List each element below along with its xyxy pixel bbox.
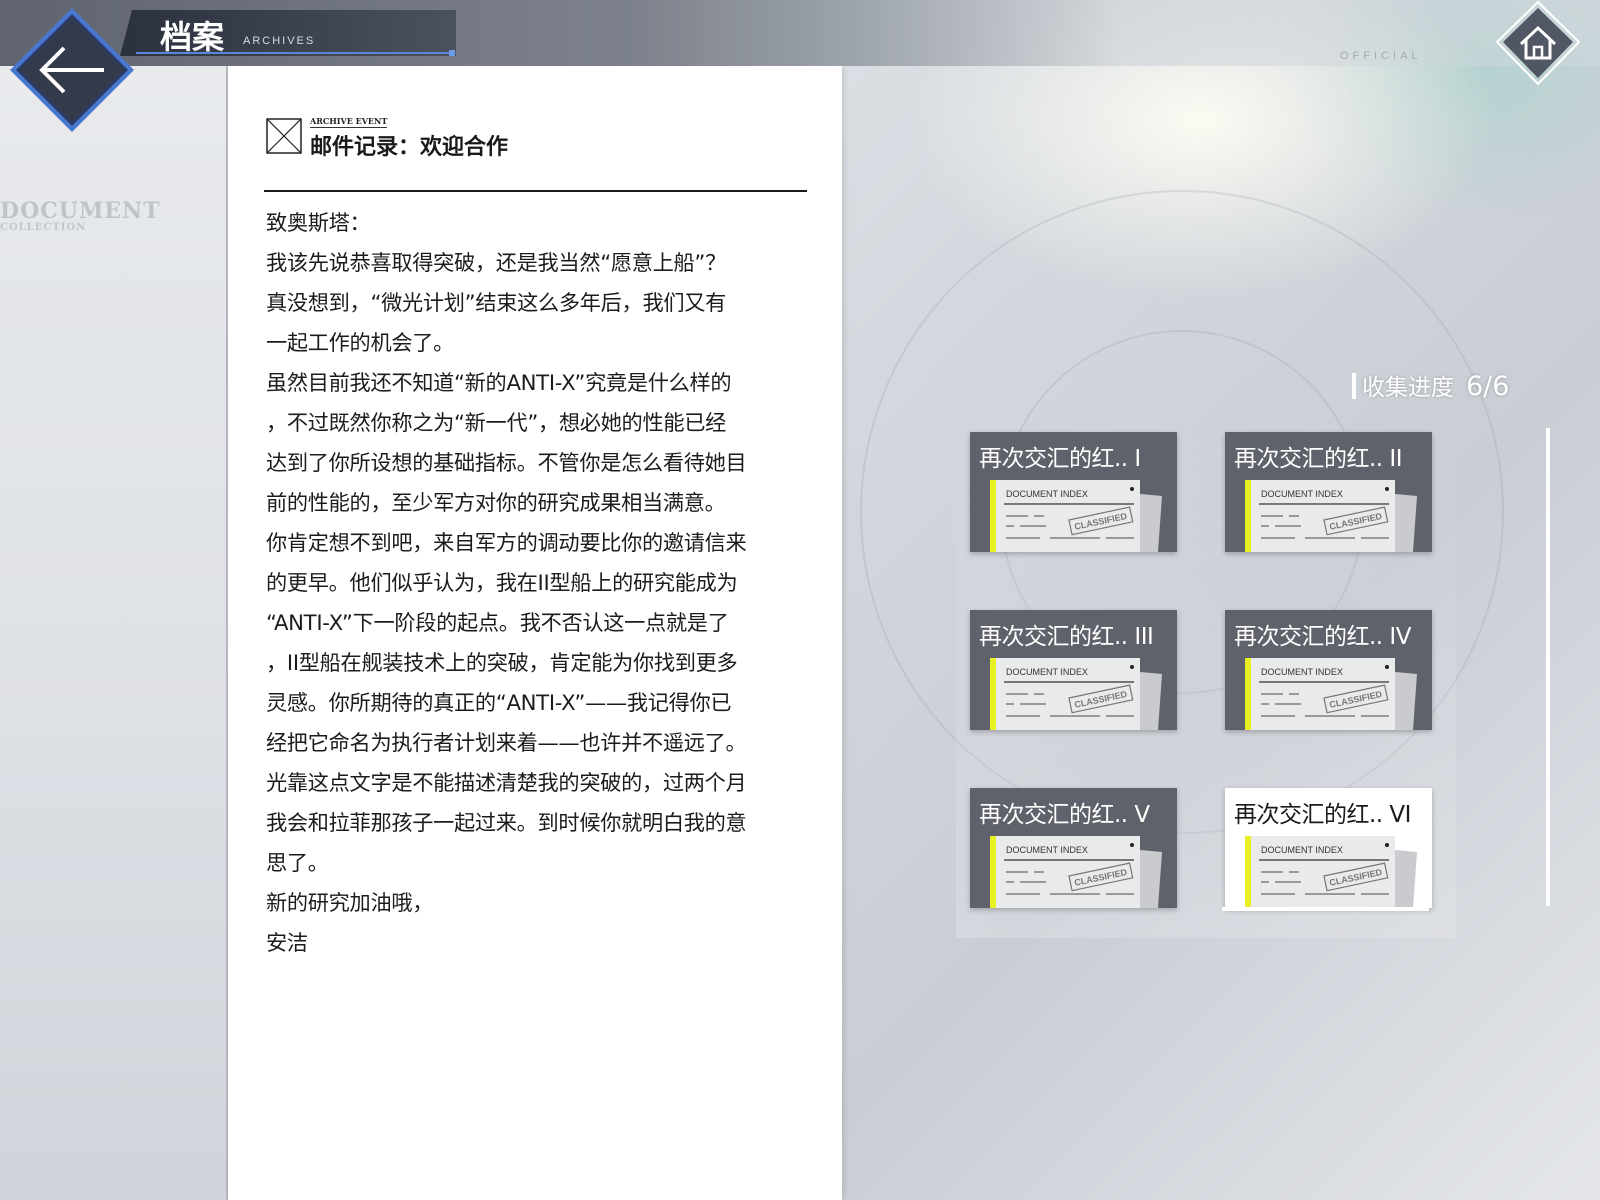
progress-marker xyxy=(1352,373,1356,399)
document-thumbnail: DOCUMENT INDEXCLASSIFIED xyxy=(990,480,1162,552)
selected-card-indicator xyxy=(1222,907,1429,911)
svg-text:DOCUMENT INDEX: DOCUMENT INDEX xyxy=(1261,489,1343,499)
document-line: 你肯定想不到吧，来自军方的调动要比你的邀请信来 xyxy=(266,530,747,555)
document-line: 我会和拉菲那孩子一起过来。到时候你就明白我的意 xyxy=(266,810,747,835)
document-card[interactable]: 再次交汇的红.. I DOCUMENT INDEX CLASSIFIED xyxy=(970,432,1177,552)
document-thumbnail: DOCUMENT INDEXCLASSIFIED xyxy=(990,836,1162,908)
document-line: 新的研究加油哦， xyxy=(266,890,434,915)
page-title: 档案 xyxy=(160,18,225,56)
document-line: 致奥斯塔： xyxy=(266,210,371,235)
document-divider xyxy=(264,190,807,192)
document-card-label: 再次交汇的红.. VI xyxy=(1234,802,1411,828)
document-line: 思了。 xyxy=(266,850,329,875)
document-card[interactable]: 再次交汇的红.. V DOCUMENT INDEX CLASSIFIED xyxy=(970,788,1177,908)
document-line: 的更早。他们似乎认为，我在II型船上的研究能成为 xyxy=(266,570,738,595)
document-line: 光靠这点文字是不能描述清楚我的突破的，过两个月 xyxy=(266,770,747,795)
document-line: 灵感。你所期待的真正的“ANTI-X”——我记得你已 xyxy=(266,690,732,715)
document-card-label: 再次交汇的红.. V xyxy=(979,802,1150,828)
document-tag: ARCHIVE EVENT xyxy=(310,116,388,128)
document-thumbnail: DOCUMENT INDEXCLASSIFIED xyxy=(1245,658,1417,730)
svg-text:DOCUMENT INDEX: DOCUMENT INDEX xyxy=(1261,845,1343,855)
progress-value: 6/6 xyxy=(1466,371,1510,402)
arrow-left-icon xyxy=(10,8,134,132)
document-card-label: 再次交汇的红.. II xyxy=(1234,446,1403,472)
document-title: 邮件记录：欢迎合作 xyxy=(310,134,509,160)
document-line: 我该先说恭喜取得突破，还是我当然“愿意上船”？ xyxy=(266,250,726,275)
document-card[interactable]: 再次交汇的红.. II DOCUMENT INDEX CLASSIFIED xyxy=(1225,432,1432,552)
mail-icon xyxy=(266,118,302,154)
document-thumbnail: DOCUMENT INDEXCLASSIFIED xyxy=(990,658,1162,730)
svg-text:DOCUMENT INDEX: DOCUMENT INDEX xyxy=(1261,667,1343,677)
document-line: 真没想到，“微光计划”结束这么多年后，我们又有 xyxy=(266,290,726,315)
document-thumbnail: DOCUMENT INDEXCLASSIFIED xyxy=(1245,480,1417,552)
document-panel: ARCHIVE EVENT 邮件记录：欢迎合作 致奥斯塔： 我该先说恭喜取得突破，… xyxy=(228,66,842,1200)
scrollbar[interactable] xyxy=(1546,428,1550,906)
document-line: 达到了你所设想的基础指标。不管你是怎么看待她目 xyxy=(266,450,747,475)
home-button[interactable] xyxy=(1495,0,1581,92)
document-line: 前的性能的，至少军方对你的研究成果相当满意。 xyxy=(266,490,726,515)
document-card-label: 再次交汇的红.. III xyxy=(979,624,1154,650)
official-watermark: OFFICIAL xyxy=(1340,50,1422,62)
svg-text:DOCUMENT INDEX: DOCUMENT INDEX xyxy=(1006,845,1088,855)
title-underline-end xyxy=(449,50,455,56)
document-card-label: 再次交汇的红.. IV xyxy=(1234,624,1411,650)
progress-label: 收集进度 xyxy=(1362,375,1454,401)
document-watermark: DOCUMENT COLLECTION xyxy=(0,198,161,233)
collection-progress: 收集进度 6/6 xyxy=(1352,368,1509,402)
home-icon xyxy=(1495,0,1581,86)
page-subtitle: ARCHIVES xyxy=(243,35,316,47)
document-thumbnail: DOCUMENT INDEXCLASSIFIED xyxy=(1245,836,1417,908)
left-panel: DOCUMENT COLLECTION xyxy=(0,0,229,1200)
document-body[interactable]: 致奥斯塔： 我该先说恭喜取得突破，还是我当然“愿意上船”？ 真没想到，“微光计划”结… xyxy=(266,203,811,963)
svg-text:DOCUMENT INDEX: DOCUMENT INDEX xyxy=(1006,667,1088,677)
back-button[interactable] xyxy=(8,6,136,134)
svg-text:DOCUMENT INDEX: DOCUMENT INDEX xyxy=(1006,489,1088,499)
document-line: 经把它命名为执行者计划来着——也许并不遥远了。 xyxy=(266,730,747,755)
document-card[interactable]: 再次交汇的红.. III DOCUMENT INDEX CLASSIFIED xyxy=(970,610,1177,730)
document-line: 安洁 xyxy=(266,930,308,955)
document-line: ，不过既然你称之为“新一代”，想必她的性能已经 xyxy=(266,410,726,435)
document-line: ，II型船在舰装技术上的突破，肯定能为你找到更多 xyxy=(266,650,738,675)
document-card-label: 再次交汇的红.. I xyxy=(979,446,1141,472)
document-line: 虽然目前我还不知道“新的ANTI-X”究竟是什么样的 xyxy=(266,370,732,395)
document-card[interactable]: 再次交汇的红.. IV DOCUMENT INDEX CLASSIFIED xyxy=(1225,610,1432,730)
document-line: 一起工作的机会了。 xyxy=(266,330,454,355)
document-line: “ANTI-X”下一阶段的起点。我不否认这一点就是了 xyxy=(266,610,729,635)
document-card[interactable]: 再次交汇的红.. VI DOCUMENT INDEX CLASSIFIED xyxy=(1225,788,1432,908)
